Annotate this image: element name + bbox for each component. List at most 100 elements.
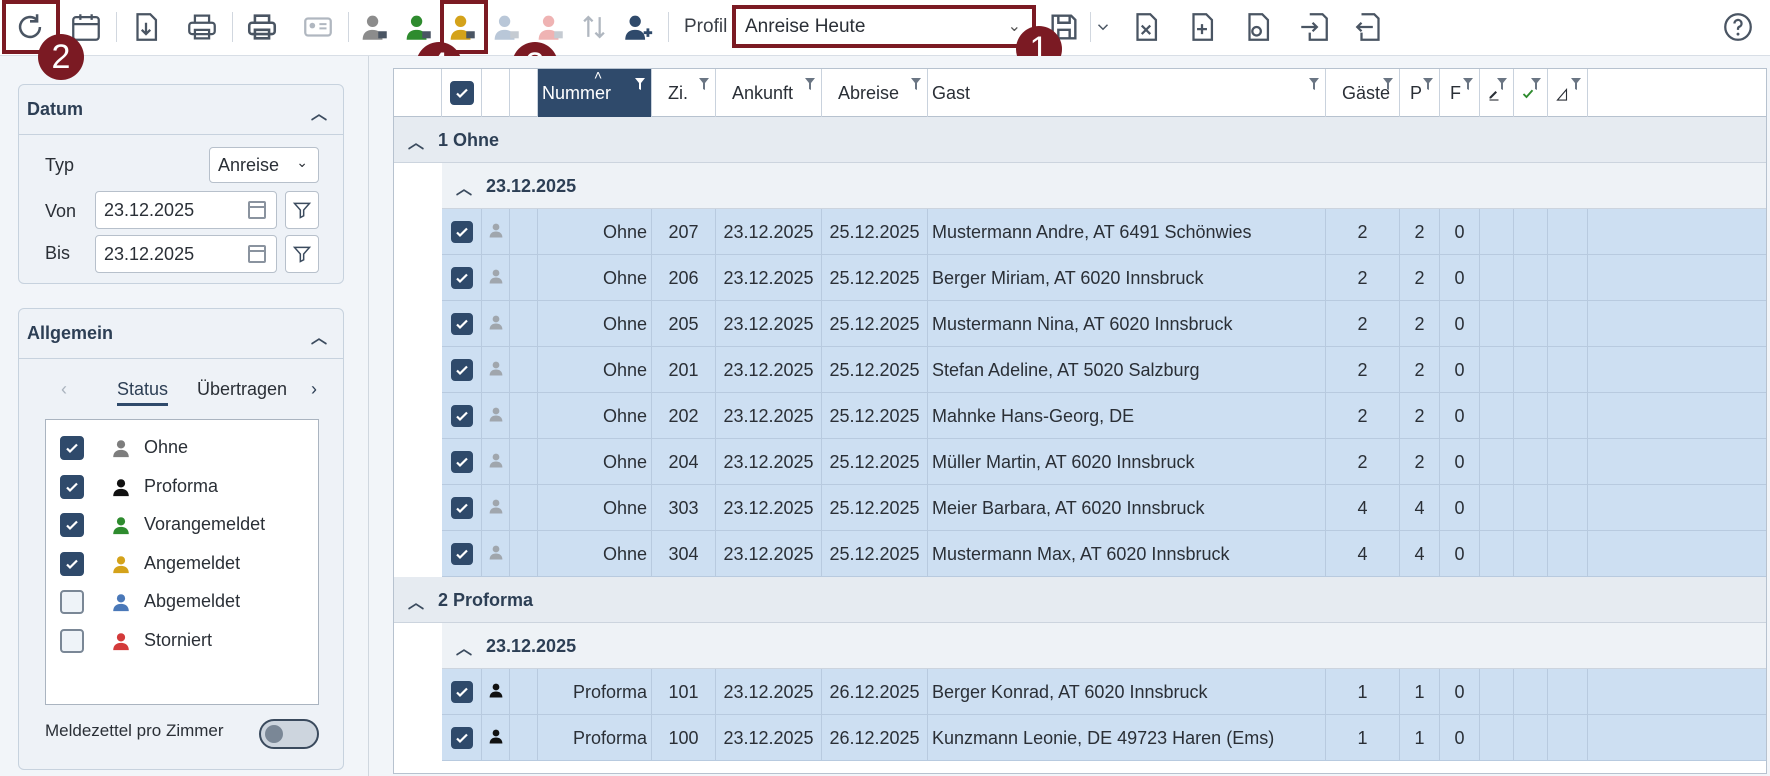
cell-cb[interactable]: [442, 347, 482, 393]
filter-icon[interactable]: [699, 78, 709, 90]
person-add-icon[interactable]: [616, 5, 660, 49]
doc-gear-icon[interactable]: [1236, 5, 1280, 49]
header-col-zi[interactable]: Zi.: [652, 69, 716, 117]
import-icon[interactable]: [1292, 5, 1336, 49]
export-icon[interactable]: [1348, 5, 1392, 49]
status-item-ohne[interactable]: Ohne: [60, 434, 310, 464]
person-grey-icon[interactable]: [352, 5, 396, 49]
group-header[interactable]: ︿ 2 Proforma: [394, 577, 1766, 623]
header-col-f[interactable]: F: [1440, 69, 1480, 117]
row-checkbox[interactable]: [450, 267, 473, 289]
download-icon[interactable]: [124, 5, 168, 49]
table-row[interactable]: Ohne 207 23.12.2025 25.12.2025 Mustermann An…: [442, 209, 1766, 255]
chevron-up-icon[interactable]: ︿: [311, 324, 327, 348]
table-row[interactable]: Ohne 201 23.12.2025 25.12.2025 Stefan Adelin…: [442, 347, 1766, 393]
filter-icon[interactable]: [1309, 78, 1319, 90]
header-col-edit[interactable]: [1480, 69, 1514, 117]
row-checkbox[interactable]: [450, 497, 473, 519]
header-col-nummer[interactable]: ˄ Nummer: [538, 69, 652, 117]
tab-uebertragen[interactable]: Übertragen: [197, 379, 287, 400]
cell-cb[interactable]: [442, 393, 482, 439]
cell-cb[interactable]: [442, 255, 482, 301]
cell-cb[interactable]: [442, 439, 482, 485]
bis-input[interactable]: 23.12.2025: [95, 235, 277, 273]
table-row[interactable]: Ohne 303 23.12.2025 25.12.2025 Meier Barbara…: [442, 485, 1766, 531]
tab-status[interactable]: Status: [117, 379, 169, 406]
date-group-header[interactable]: ︿ 23.12.2025: [442, 623, 1766, 669]
meldezettel-toggle[interactable]: [259, 719, 319, 749]
date-group-header[interactable]: ︿ 23.12.2025: [442, 163, 1766, 209]
von-filter-button[interactable]: [285, 191, 319, 229]
header-col-gaeste[interactable]: Gäste: [1326, 69, 1400, 117]
chevron-up-icon[interactable]: ︿: [408, 129, 424, 153]
person-blue-icon[interactable]: [484, 5, 528, 49]
status-item-proforma[interactable]: Proforma: [60, 473, 310, 503]
von-input[interactable]: 23.12.2025: [95, 191, 277, 229]
cell-cb[interactable]: [442, 485, 482, 531]
table-row[interactable]: Ohne 304 23.12.2025 25.12.2025 Mustermann Ma…: [442, 531, 1766, 577]
row-checkbox[interactable]: [450, 221, 473, 243]
cell-cb[interactable]: [442, 669, 482, 715]
dropdown-icon[interactable]: [1088, 5, 1118, 49]
filter-icon[interactable]: [1497, 78, 1507, 90]
status-checkbox[interactable]: [60, 436, 84, 460]
tabs-prev-icon[interactable]: ‹: [61, 379, 67, 400]
row-checkbox[interactable]: [450, 727, 473, 749]
datum-header[interactable]: Datum ︿: [19, 85, 343, 135]
filter-icon[interactable]: [1423, 78, 1433, 90]
table-row[interactable]: Proforma 100 23.12.2025 26.12.2025 Kunzmann …: [442, 715, 1766, 761]
status-checkbox[interactable]: [60, 474, 84, 499]
filter-icon[interactable]: [911, 78, 921, 90]
status-checkbox[interactable]: [60, 628, 84, 653]
table-row[interactable]: Ohne 202 23.12.2025 25.12.2025 Mahnke Hans-G…: [442, 393, 1766, 439]
table-row[interactable]: Ohne 204 23.12.2025 25.12.2025 Müller Martin…: [442, 439, 1766, 485]
row-checkbox[interactable]: [450, 313, 473, 335]
row-checkbox[interactable]: [450, 543, 473, 565]
export-x-icon[interactable]: [1124, 5, 1168, 49]
header-col-abreise[interactable]: Abreise: [822, 69, 928, 117]
table-row[interactable]: Proforma 101 23.12.2025 26.12.2025 Berger Ko…: [442, 669, 1766, 715]
table-row[interactable]: Ohne 206 23.12.2025 25.12.2025 Berger Miriam…: [442, 255, 1766, 301]
status-checkbox[interactable]: [60, 551, 84, 576]
row-checkbox[interactable]: [450, 451, 473, 473]
allgemein-header[interactable]: Allgemein ︿: [19, 309, 343, 359]
header-col-triangle[interactable]: [1548, 69, 1588, 117]
cell-cb[interactable]: [442, 301, 482, 347]
filter-icon[interactable]: [1463, 78, 1473, 90]
select-all-checkbox[interactable]: [449, 81, 474, 105]
help-icon[interactable]: [1716, 5, 1760, 49]
row-checkbox[interactable]: [450, 681, 473, 703]
status-item-abgemeldet[interactable]: Abgemeldet: [60, 588, 310, 618]
header-col-select-all[interactable]: [442, 69, 482, 117]
filter-icon[interactable]: [1531, 78, 1541, 90]
calendar-icon[interactable]: [248, 201, 266, 219]
filter-icon[interactable]: [805, 78, 815, 90]
typ-select[interactable]: Anreise ⌄: [209, 147, 319, 183]
table-row[interactable]: Ohne 205 23.12.2025 25.12.2025 Mustermann Ni…: [442, 301, 1766, 347]
cell-cb[interactable]: [442, 531, 482, 577]
header-col-gast[interactable]: Gast: [928, 69, 1326, 117]
tabs-next-icon[interactable]: ›: [311, 379, 317, 400]
header-col-check[interactable]: [1514, 69, 1548, 117]
sort-arrows-icon[interactable]: [572, 5, 616, 49]
header-col-p[interactable]: P: [1400, 69, 1440, 117]
status-item-angemeldet[interactable]: Angemeldet: [60, 550, 310, 580]
new-doc-icon[interactable]: [1180, 5, 1224, 49]
row-checkbox[interactable]: [450, 405, 473, 427]
status-checkbox[interactable]: [60, 590, 84, 614]
chevron-up-icon[interactable]: ︿: [456, 635, 472, 659]
row-checkbox[interactable]: [450, 359, 473, 381]
cell-cb[interactable]: [442, 209, 482, 255]
chevron-up-icon[interactable]: ︿: [311, 100, 327, 124]
calendar-icon[interactable]: [248, 245, 266, 263]
filter-icon[interactable]: [635, 78, 645, 90]
filter-icon[interactable]: [1383, 78, 1393, 90]
header-col-icon[interactable]: [482, 69, 510, 117]
print-icon[interactable]: [240, 5, 284, 49]
chevron-up-icon[interactable]: ︿: [456, 175, 472, 199]
print-multi-icon[interactable]: [180, 5, 224, 49]
status-item-storniert[interactable]: Storniert: [60, 627, 310, 657]
group-header[interactable]: ︿ 1 Ohne: [394, 117, 1766, 163]
status-checkbox[interactable]: [60, 513, 84, 537]
header-col-ankunft[interactable]: Ankunft: [716, 69, 822, 117]
